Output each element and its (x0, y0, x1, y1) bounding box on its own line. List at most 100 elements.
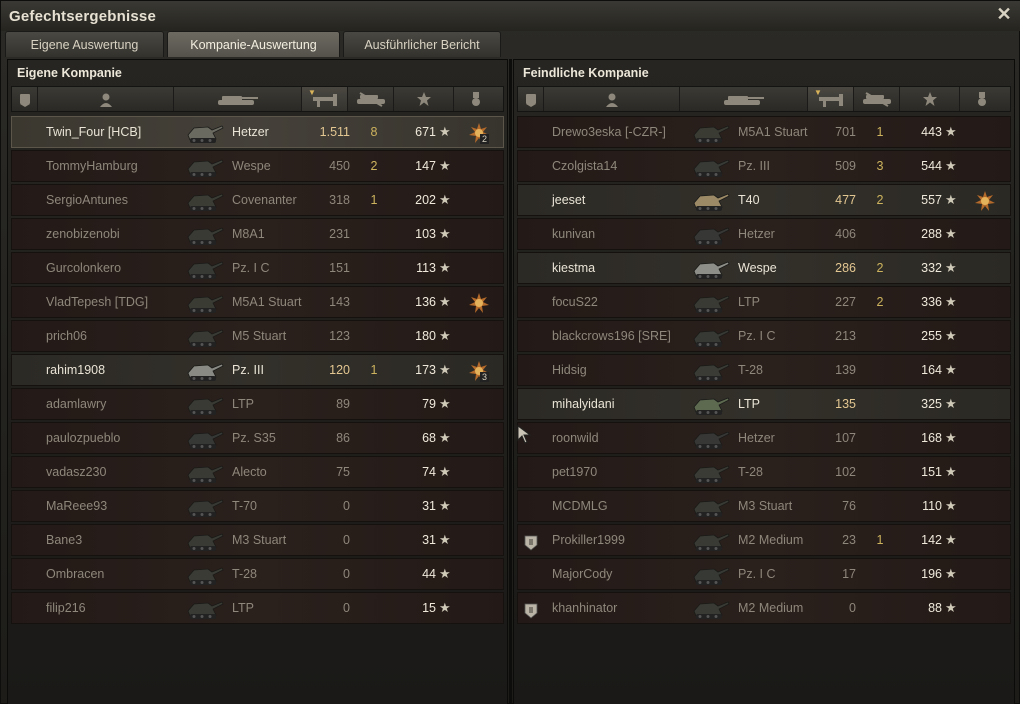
header-damage-column[interactable]: ▼ (302, 87, 348, 111)
own-player-row[interactable]: zenobizenobi M8A1 231 103 ★ (11, 218, 504, 250)
player-name: VladTepesh [TDG] (46, 295, 149, 309)
tank-icon (182, 593, 226, 623)
damage-value: 23 (842, 533, 856, 547)
xp-star-icon: ★ (945, 260, 957, 275)
enemy-player-row[interactable]: Hidsig T-28 139 164 ★ (517, 354, 1011, 386)
header-kills-column[interactable] (348, 87, 394, 111)
enemy-player-row[interactable]: kunivan Hetzer 406 288 ★ (517, 218, 1011, 250)
header-squad-column[interactable] (518, 87, 544, 111)
medal-icon (978, 92, 986, 106)
tank-icon (688, 151, 732, 181)
player-name: TommyHamburg (46, 159, 138, 173)
tab-detailed-report[interactable]: Ausführlicher Bericht (343, 31, 501, 57)
header-xp-star-column[interactable] (394, 87, 454, 111)
xp-star-icon: ★ (945, 430, 957, 445)
tank-name: Hetzer (738, 227, 775, 241)
xp-star-icon: ★ (945, 362, 957, 377)
own-player-row[interactable]: MaReee93 T-70 0 31 ★ (11, 490, 504, 522)
own-player-row[interactable]: paulozpueblo Pz. S35 86 68 ★ (11, 422, 504, 454)
enemy-player-row[interactable]: jeeset T40 477 2 557 ★ (517, 184, 1011, 216)
tank-icon (182, 321, 226, 351)
header-tank-column[interactable] (174, 87, 302, 111)
xp-value: 180 (415, 329, 436, 343)
tank-icon (688, 491, 732, 521)
enemy-player-row[interactable]: kiestma Wespe 286 2 332 ★ (517, 252, 1011, 284)
header-tank-column[interactable] (680, 87, 808, 111)
xp-value: 151 (921, 465, 942, 479)
kills-value: 2 (876, 261, 884, 275)
header-squad-column[interactable] (12, 87, 38, 111)
player-name: vadasz230 (46, 465, 107, 479)
own-player-row[interactable]: TommyHamburg Wespe 450 2 147 ★ (11, 150, 504, 182)
enemy-player-row[interactable]: focuS22 LTP 227 2 336 ★ (517, 286, 1011, 318)
tank-icon (688, 219, 732, 249)
header-medal-column[interactable] (454, 87, 498, 111)
own-player-row[interactable]: Ombracen T-28 0 44 ★ (11, 558, 504, 590)
kills-value: 1 (876, 125, 884, 139)
enemy-player-row[interactable]: MCDMLG M3 Stuart 76 110 ★ (517, 490, 1011, 522)
tank-icon (182, 151, 226, 181)
damage-value: 213 (835, 329, 856, 343)
enemy-player-row[interactable]: mihalyidani LTP 135 325 ★ (517, 388, 1011, 420)
tank-icon (688, 525, 732, 555)
tank-icon (688, 185, 732, 215)
own-player-row[interactable]: rahim1908 Pz. III 120 1 173 ★ 3 (11, 354, 504, 386)
enemy-player-row[interactable]: pet1970 T-28 102 151 ★ (517, 456, 1011, 488)
header-player-column[interactable] (38, 87, 174, 111)
tank-icon (688, 253, 732, 283)
tank-icon (688, 593, 732, 623)
enemy-player-row[interactable]: Czolgista14 Pz. III 509 3 544 ★ (517, 150, 1011, 182)
damage-value: 318 (329, 193, 350, 207)
tank-name: M5A1 Stuart (232, 295, 302, 309)
xp-value: 164 (921, 363, 942, 377)
close-icon[interactable]: ✕ (995, 5, 1013, 23)
own-player-row[interactable]: Twin_Four [HCB] Hetzer 1.511 8 671 ★ 2 (11, 116, 504, 148)
own-player-row[interactable]: adamlawry LTP 89 79 ★ (11, 388, 504, 420)
medal-icon[interactable] (469, 293, 489, 313)
player-name: paulozpueblo (46, 431, 121, 445)
header-xp-star-column[interactable] (900, 87, 960, 111)
header-medal-column[interactable] (960, 87, 1004, 111)
tank-icon (688, 457, 732, 487)
enemy-player-row[interactable]: blackcrows196 [SRE] Pz. I C 213 255 ★ (517, 320, 1011, 352)
damage-value: 701 (835, 125, 856, 139)
player-name: mihalyidani (552, 397, 615, 411)
xp-star-icon: ★ (439, 294, 451, 309)
own-player-row[interactable]: SergioAntunes Covenanter 318 1 202 ★ (11, 184, 504, 216)
enemy-player-row[interactable]: Prokiller1999 M2 Medium 23 1 142 ★ (517, 524, 1011, 556)
header-kills-column[interactable] (854, 87, 900, 111)
enemy-player-row[interactable]: roonwild Hetzer 107 168 ★ (517, 422, 1011, 454)
tab-company-evaluation[interactable]: Kompanie-Auswertung (167, 31, 340, 57)
tank-name: T-70 (232, 499, 258, 513)
tank-name: Wespe (232, 159, 271, 173)
own-column-header: ▼ (11, 86, 504, 112)
header-damage-column[interactable]: ▼ (808, 87, 854, 111)
enemy-player-row[interactable]: khanhinator M2 Medium 0 88 ★ (517, 592, 1011, 624)
tab-own-evaluation[interactable]: Eigene Auswertung (5, 31, 164, 57)
xp-value: 443 (921, 125, 942, 139)
kills-value: 1 (876, 533, 884, 547)
enemy-player-row[interactable]: Drewo3eska [-CZR-] M5A1 Stuart 701 1 443 ★ (517, 116, 1011, 148)
own-player-row[interactable]: vadasz230 Alecto 75 74 ★ (11, 456, 504, 488)
tank-name: LTP (232, 601, 254, 615)
xp-star-icon: ★ (439, 532, 451, 547)
own-player-row[interactable]: prich06 M5 Stuart 123 180 ★ (11, 320, 504, 352)
xp-star-icon: ★ (945, 498, 957, 513)
player-name: focuS22 (552, 295, 598, 309)
player-name: SergioAntunes (46, 193, 129, 207)
tank-name: M2 Medium (738, 533, 804, 547)
tank-name: Pz. III (232, 363, 264, 377)
damage-value: 231 (329, 227, 350, 241)
panel-divider (509, 59, 512, 704)
own-company-title: Eigene Kompanie (17, 66, 122, 80)
medal-icon[interactable] (975, 191, 995, 211)
xp-value: 113 (416, 261, 436, 275)
own-player-row[interactable]: VladTepesh [TDG] M5A1 Stuart 143 136 ★ (11, 286, 504, 318)
own-player-row[interactable]: Gurcolonkero Pz. I C 151 113 ★ (11, 252, 504, 284)
own-player-row[interactable]: Bane3 M3 Stuart 0 31 ★ (11, 524, 504, 556)
player-name: jeeset (552, 193, 586, 207)
own-player-list: Twin_Four [HCB] Hetzer 1.511 8 671 ★ 2 TommyHam… (11, 116, 504, 626)
header-player-column[interactable] (544, 87, 680, 111)
enemy-player-row[interactable]: MajorCody Pz. I C 17 196 ★ (517, 558, 1011, 590)
own-player-row[interactable]: filip216 LTP 0 15 ★ (11, 592, 504, 624)
